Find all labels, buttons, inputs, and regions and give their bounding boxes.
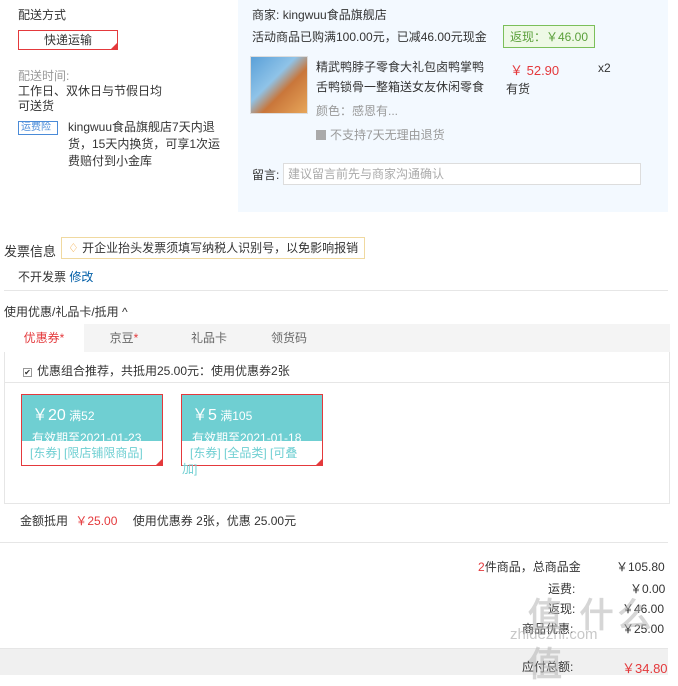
product-title[interactable]: 精武鸭脖子零食大礼包卤鸭掌鸭 舌鸭锁骨一整箱送女友休闲零食 bbox=[316, 57, 484, 97]
shop-order-panel: 商家: kingwuu食品旗舰店 活动商品已购满100.00元，已减46.00元… bbox=[238, 0, 668, 212]
product-title-line-1: 精武鸭脖子零食大礼包卤鸭掌鸭 bbox=[316, 60, 485, 74]
discount-section-toggle[interactable]: 使用优惠/礼品卡/抵用 ^ bbox=[4, 303, 128, 320]
insurance-badge-label: 运费险 bbox=[21, 122, 51, 133]
tab-giftcard-label: 礼品卡 bbox=[190, 331, 227, 345]
invoice-tip: ♢ 开企业抬头发票须填写纳税人识别号，以免影响报销 bbox=[61, 237, 366, 259]
coupon-card[interactable]: ￥20 满52 有效期至2021-01-23 [东券] [限店铺限商品] bbox=[21, 394, 163, 466]
tab-jingdou-label: 京豆 bbox=[109, 331, 134, 345]
tab-jingdou-star: * bbox=[133, 331, 139, 345]
total-goods-amount: ￥105.80 bbox=[616, 560, 665, 574]
goods-count-text: 件商品，总商品金 bbox=[484, 560, 581, 574]
coupon-tags-line-2: 加] bbox=[182, 462, 198, 476]
promo-text: 活动商品已购满100.00元，已减46.00元现金 bbox=[252, 30, 487, 44]
checkbox-checked-icon[interactable]: ✔ bbox=[23, 368, 32, 377]
invoice-tip-text: 开企业抬头发票须填写纳税人识别号，以免影响报销 bbox=[82, 241, 359, 255]
divider bbox=[5, 382, 669, 383]
no-return-icon bbox=[316, 130, 326, 140]
divider bbox=[4, 290, 668, 291]
invoice-status: 不开发票 bbox=[18, 270, 67, 284]
goods-count-line: 2件商品，总商品金 bbox=[478, 558, 581, 575]
no-return-label: 不支持7天无理由退货 bbox=[330, 128, 445, 142]
selected-corner-icon bbox=[110, 42, 118, 50]
express-shipping-button[interactable]: 快递运输 bbox=[18, 30, 118, 50]
goods-count: 2 bbox=[478, 560, 485, 574]
selected-corner-icon bbox=[315, 458, 323, 466]
discount-section-title: 使用优惠/礼品卡/抵用 bbox=[4, 305, 119, 319]
tab-coupon[interactable]: 优惠券* bbox=[4, 324, 84, 352]
tab-coupon-label: 优惠券 bbox=[23, 331, 60, 345]
coupon-condition: 满105 bbox=[220, 409, 253, 423]
tab-pickup-code-label: 领货码 bbox=[270, 331, 307, 345]
coupon-header: ￥5 满105 有效期至2021-01-18 bbox=[182, 395, 322, 445]
deduction-description: 使用优惠券 2张，优惠 25.00元 bbox=[132, 514, 297, 528]
product-title-line-2: 舌鸭锁骨一整箱送女友休闲零食 bbox=[316, 80, 485, 94]
seller-label: 商家: bbox=[252, 8, 280, 22]
seller-name[interactable]: kingwuu食品旗舰店 bbox=[283, 8, 387, 22]
coupon-tags: [东券] [全品类] [可叠 加] bbox=[182, 441, 322, 477]
invoice-edit-link[interactable]: 修改 bbox=[69, 270, 93, 284]
product-image[interactable] bbox=[250, 56, 308, 114]
discount-tabs: 优惠券* 京豆* 礼品卡 领货码 bbox=[4, 324, 670, 352]
bulb-icon: ♢ bbox=[68, 241, 79, 255]
shipping-title: 配送方式 bbox=[18, 8, 67, 22]
invoice-title: 发票信息 bbox=[4, 244, 57, 259]
combo-recommend[interactable]: ✔ 优惠组合推荐，共抵用25.00元：使用优惠券2张 bbox=[23, 362, 290, 379]
coupon-amount: ￥5 bbox=[192, 407, 217, 424]
coupon-panel: ✔ 优惠组合推荐，共抵用25.00元：使用优惠券2张 ￥20 满52 有效期至20… bbox=[4, 352, 670, 504]
chevron-up-icon: ^ bbox=[122, 305, 128, 319]
return-policy-line-3: 费赔付到小金库 bbox=[68, 154, 153, 168]
product-price: ￥ 52.90 bbox=[510, 63, 560, 78]
no-return-notice: 不支持7天无理由退货 bbox=[316, 126, 445, 143]
stock-status: 有货 bbox=[506, 82, 531, 96]
tab-coupon-star: * bbox=[59, 331, 65, 345]
coupon-condition: 满52 bbox=[69, 409, 95, 423]
coupon-header: ￥20 满52 有效期至2021-01-23 bbox=[22, 395, 162, 445]
product-quantity: x2 bbox=[598, 61, 611, 75]
invoice-status-line: 不开发票 修改 bbox=[18, 268, 93, 285]
tab-giftcard[interactable]: 礼品卡 bbox=[169, 324, 249, 352]
watermark-url: zhidezhi.com bbox=[510, 626, 598, 643]
deduction-label: 金额抵用 bbox=[20, 514, 69, 528]
tab-jingdou[interactable]: 京豆* bbox=[84, 324, 164, 352]
deduction-summary: 金额抵用 ￥25.00 使用优惠券 2张，优惠 25.00元 bbox=[20, 512, 296, 529]
shipping-method-panel: 配送方式 快递运输 配送时间: 工作日、双休日与节假日均 可送货 运费险 kin… bbox=[0, 0, 238, 212]
deduction-amount: ￥25.00 bbox=[75, 514, 118, 528]
express-shipping-label: 快递运输 bbox=[43, 33, 92, 47]
product-color: 颜色：感恩有... bbox=[316, 104, 399, 118]
coupon-card[interactable]: ￥5 满105 有效期至2021-01-18 [东券] [全品类] [可叠 加] bbox=[181, 394, 323, 476]
message-label: 留言: bbox=[252, 168, 280, 182]
coupon-amount: ￥20 bbox=[32, 407, 66, 424]
message-input[interactable]: 建议留言前先与商家沟通确认 bbox=[283, 163, 641, 185]
seller-line: 商家: kingwuu食品旗舰店 bbox=[252, 6, 387, 23]
shipping-insurance-badge: 运费险 bbox=[18, 121, 58, 135]
return-policy-line-2: 货，15天内换货，可享1次运 bbox=[68, 137, 221, 151]
coupon-tags-line-1: [东券] [全品类] [可叠 bbox=[190, 446, 298, 460]
divider bbox=[0, 542, 668, 543]
return-policy-line-1: kingwuu食品旗舰店7天内退 bbox=[68, 120, 215, 134]
return-policy-text: kingwuu食品旗舰店7天内退 货，15天内换货，可享1次运 费赔付到小金库 bbox=[68, 119, 220, 170]
selected-corner-icon bbox=[155, 458, 163, 466]
tab-pickup-code[interactable]: 领货码 bbox=[249, 324, 329, 352]
combo-text: 优惠组合推荐，共抵用25.00元：使用优惠券2张 bbox=[37, 364, 290, 378]
delivery-time-value-2: 可送货 bbox=[18, 99, 55, 113]
cashback-badge: 返现：￥46.00 bbox=[503, 25, 596, 48]
